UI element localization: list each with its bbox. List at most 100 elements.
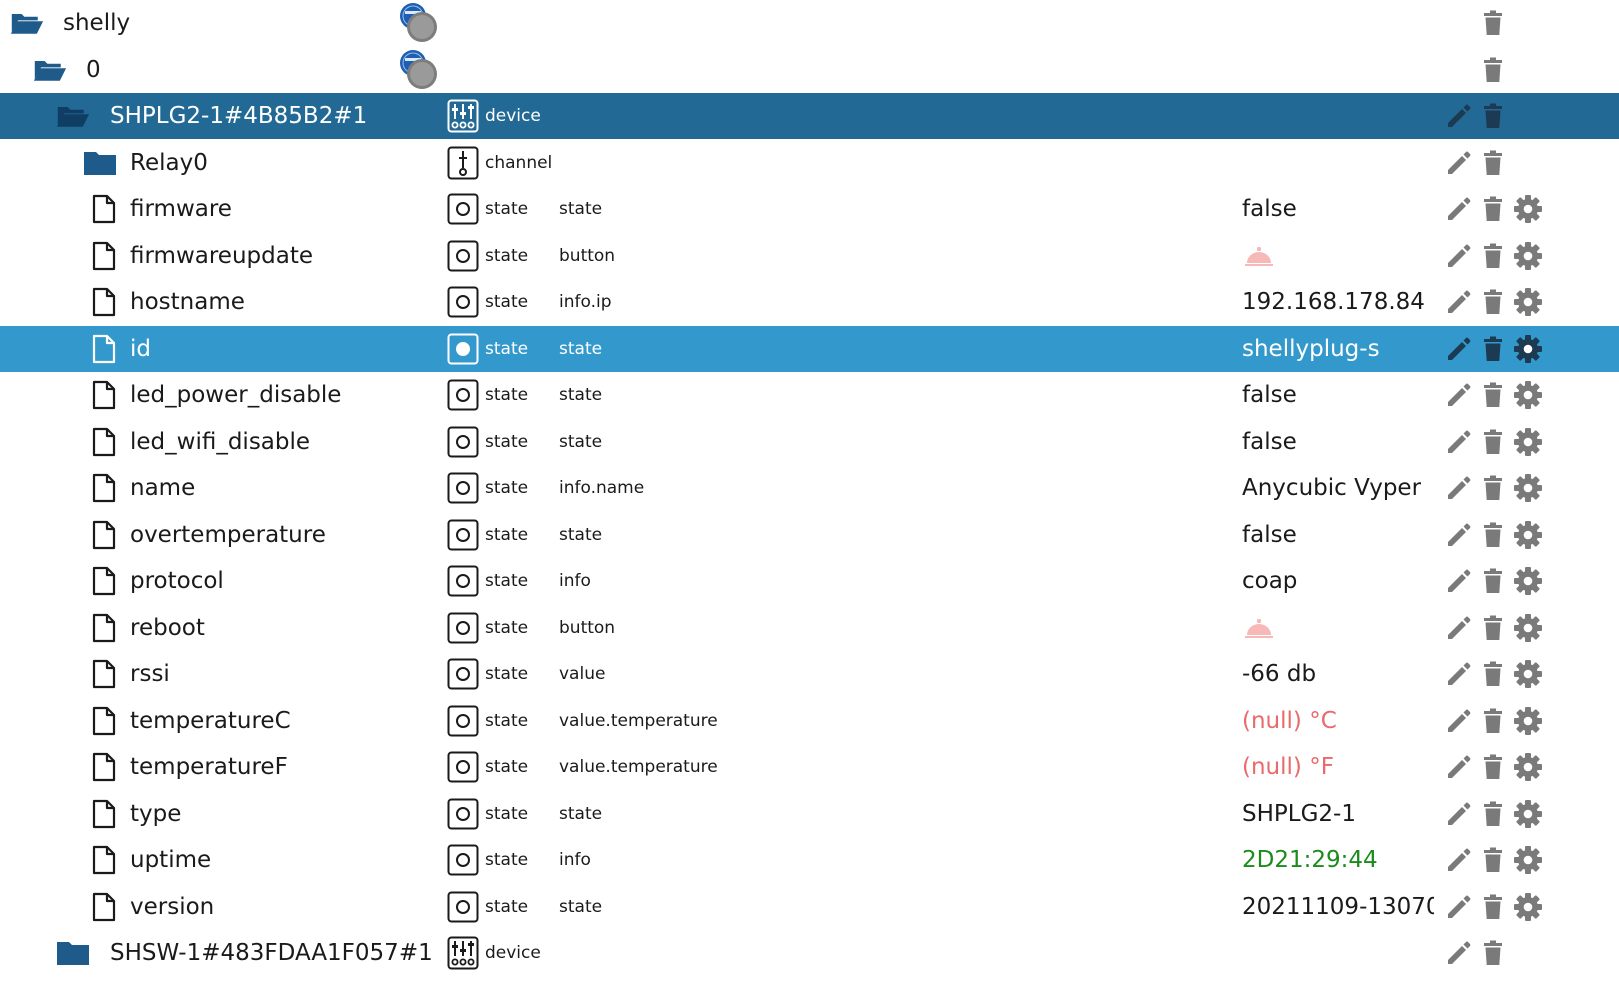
edit-button[interactable]: [1442, 930, 1474, 976]
state-value[interactable]: false: [1242, 372, 1297, 418]
delete-button[interactable]: [1477, 884, 1509, 930]
settings-button[interactable]: [1512, 698, 1544, 744]
delete-button[interactable]: [1477, 465, 1509, 511]
state-value[interactable]: (null) °F: [1242, 744, 1334, 790]
button-bell-icon[interactable]: [1242, 233, 1276, 279]
state-value[interactable]: 192.168.178.84: [1242, 279, 1425, 325]
tree-row[interactable]: temperatureF state value.temperature (null)…: [0, 744, 1619, 790]
delete-button[interactable]: [1477, 279, 1509, 325]
delete-button[interactable]: [1477, 605, 1509, 651]
edit-button[interactable]: [1442, 744, 1474, 790]
delete-button[interactable]: [1477, 558, 1509, 604]
settings-button[interactable]: [1512, 744, 1544, 790]
tree-row[interactable]: Relay0 channel: [0, 140, 1619, 186]
tree-row[interactable]: shelly: [0, 0, 1619, 46]
tree-row[interactable]: led_power_disable state state false: [0, 372, 1619, 418]
edit-button[interactable]: [1442, 186, 1474, 232]
tree-row[interactable]: rssi state value -66 db: [0, 651, 1619, 697]
settings-button[interactable]: [1512, 326, 1544, 372]
delete-button[interactable]: [1477, 419, 1509, 465]
tree-row[interactable]: version state state 20211109-13070...: [0, 884, 1619, 930]
folder-open-icon[interactable]: [33, 47, 67, 93]
settings-button[interactable]: [1512, 279, 1544, 325]
tree-row[interactable]: uptime state info 2D21:29:44: [0, 837, 1619, 883]
tree-row[interactable]: protocol state info coap: [0, 558, 1619, 604]
tree-row[interactable]: firmwareupdate state button: [0, 233, 1619, 279]
delete-button[interactable]: [1477, 744, 1509, 790]
delete-button[interactable]: [1477, 512, 1509, 558]
edit-button[interactable]: [1442, 279, 1474, 325]
delete-button[interactable]: [1477, 372, 1509, 418]
tree-row[interactable]: firmware state state false: [0, 186, 1619, 232]
delete-button[interactable]: [1477, 47, 1509, 93]
file-icon[interactable]: [87, 419, 121, 465]
file-icon[interactable]: [87, 605, 121, 651]
file-icon[interactable]: [87, 837, 121, 883]
edit-button[interactable]: [1442, 512, 1474, 558]
file-icon[interactable]: [87, 512, 121, 558]
edit-button[interactable]: [1442, 605, 1474, 651]
settings-button[interactable]: [1512, 465, 1544, 511]
delete-button[interactable]: [1477, 930, 1509, 976]
edit-button[interactable]: [1442, 326, 1474, 372]
delete-button[interactable]: [1477, 326, 1509, 372]
tree-row[interactable]: SHSW-1#483FDAA1F057#1 device: [0, 930, 1619, 976]
state-value[interactable]: coap: [1242, 558, 1297, 604]
edit-button[interactable]: [1442, 465, 1474, 511]
settings-button[interactable]: [1512, 651, 1544, 697]
button-bell-icon[interactable]: [1242, 605, 1276, 651]
state-value[interactable]: false: [1242, 419, 1297, 465]
tree-row[interactable]: hostname state info.ip 192.168.178.84: [0, 279, 1619, 325]
file-icon[interactable]: [87, 651, 121, 697]
file-icon[interactable]: [87, 791, 121, 837]
tree-row[interactable]: led_wifi_disable state state false: [0, 419, 1619, 465]
file-icon[interactable]: [87, 372, 121, 418]
folder-open-icon[interactable]: [56, 93, 90, 139]
state-value[interactable]: shellyplug-s: [1242, 326, 1380, 372]
tree-row[interactable]: SHPLG2-1#4B85B2#1 device: [0, 93, 1619, 139]
delete-button[interactable]: [1477, 698, 1509, 744]
tree-row[interactable]: id state state shellyplug-s: [0, 325, 1619, 372]
settings-button[interactable]: [1512, 186, 1544, 232]
tree-row[interactable]: overtemperature state state false: [0, 512, 1619, 558]
delete-button[interactable]: [1477, 837, 1509, 883]
tree-row[interactable]: type state state SHPLG2-1: [0, 791, 1619, 837]
file-icon[interactable]: [87, 186, 121, 232]
delete-button[interactable]: [1477, 0, 1509, 46]
edit-button[interactable]: [1442, 372, 1474, 418]
settings-button[interactable]: [1512, 884, 1544, 930]
file-icon[interactable]: [87, 698, 121, 744]
settings-button[interactable]: [1512, 837, 1544, 883]
file-icon[interactable]: [87, 279, 121, 325]
file-icon[interactable]: [87, 884, 121, 930]
settings-button[interactable]: [1512, 558, 1544, 604]
settings-button[interactable]: [1512, 791, 1544, 837]
edit-button[interactable]: [1442, 140, 1474, 186]
delete-button[interactable]: [1477, 651, 1509, 697]
tree-row[interactable]: 0: [0, 47, 1619, 93]
edit-button[interactable]: [1442, 698, 1474, 744]
edit-button[interactable]: [1442, 93, 1474, 139]
delete-button[interactable]: [1477, 186, 1509, 232]
edit-button[interactable]: [1442, 884, 1474, 930]
settings-button[interactable]: [1512, 605, 1544, 651]
edit-button[interactable]: [1442, 837, 1474, 883]
state-value[interactable]: SHPLG2-1: [1242, 791, 1356, 837]
settings-button[interactable]: [1512, 512, 1544, 558]
tree-row[interactable]: name state info.name Anycubic Vyper: [0, 465, 1619, 511]
edit-button[interactable]: [1442, 419, 1474, 465]
file-icon[interactable]: [87, 465, 121, 511]
state-value[interactable]: -66 db: [1242, 651, 1316, 697]
state-value[interactable]: false: [1242, 512, 1297, 558]
edit-button[interactable]: [1442, 233, 1474, 279]
file-icon[interactable]: [87, 326, 121, 372]
delete-button[interactable]: [1477, 791, 1509, 837]
folder-icon[interactable]: [56, 930, 90, 976]
state-value[interactable]: 20211109-13070...: [1242, 884, 1434, 930]
file-icon[interactable]: [87, 744, 121, 790]
edit-button[interactable]: [1442, 558, 1474, 604]
folder-icon[interactable]: [83, 140, 117, 186]
file-icon[interactable]: [87, 233, 121, 279]
tree-row[interactable]: reboot state button: [0, 605, 1619, 651]
delete-button[interactable]: [1477, 140, 1509, 186]
